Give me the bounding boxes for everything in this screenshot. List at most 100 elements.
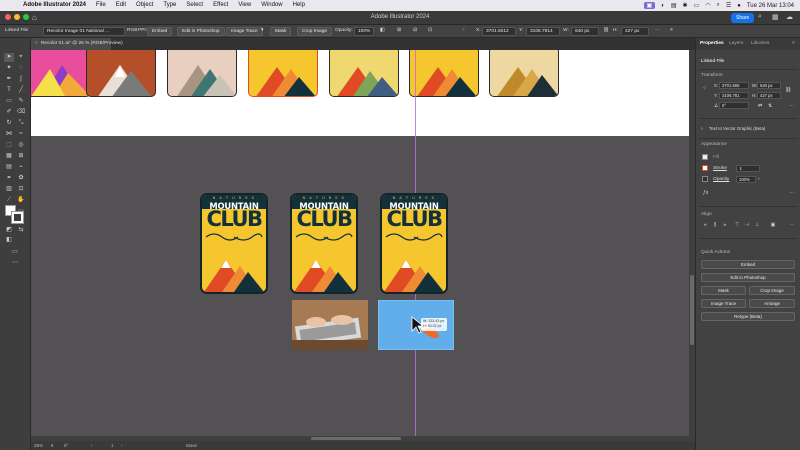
perspective-grid-icon[interactable]: ▦ <box>4 152 14 161</box>
retype-button[interactable]: Retype (Beta) <box>701 312 795 321</box>
battery-icon[interactable]: ▭ <box>694 2 700 9</box>
rectangle-tool-icon[interactable]: ▭ <box>4 97 14 106</box>
menu-file[interactable]: File <box>91 0 111 11</box>
recolor-variant-4[interactable] <box>248 50 318 97</box>
align-icon[interactable]: ⊞ <box>397 28 401 33</box>
rotate-tool-icon[interactable]: ↻ <box>4 119 14 128</box>
edit-in-photoshop-button[interactable]: Edit in Photoshop <box>177 27 225 36</box>
mountain-club-badge-1[interactable]: N A T U R E S MOUNTAIN CLUB <box>200 193 268 294</box>
reference-point-icon[interactable]: ⁘ <box>702 85 707 92</box>
menu-type[interactable]: Type <box>158 0 181 11</box>
line-tool-icon[interactable]: ╱ <box>16 86 26 95</box>
trace-dropdown-icon[interactable]: ▾ <box>261 28 263 33</box>
text-to-vector-link[interactable]: Text to Vector Graphic (Beta) <box>709 126 765 131</box>
mask-button[interactable]: Mask <box>270 27 292 36</box>
reference-point-icon[interactable]: ⁘ <box>461 28 465 33</box>
recolor-variant-3[interactable] <box>167 50 237 97</box>
control-center-icon[interactable]: ☰ <box>726 2 731 9</box>
canvas[interactable]: N A T U R E S MOUNTAIN CLUB N A T U R E … <box>31 50 689 441</box>
rotation-value[interactable]: 0° <box>64 443 68 448</box>
more-align-icon[interactable]: ⋯ <box>789 222 795 228</box>
recolor-variant-7[interactable] <box>489 50 559 97</box>
magic-wand-icon[interactable]: ✦ <box>4 64 14 73</box>
lasso-tool-icon[interactable]: ◌ <box>16 64 26 73</box>
menu-effect[interactable]: Effect <box>208 0 233 11</box>
menu-object[interactable]: Object <box>131 0 158 11</box>
placed-photo-laptop[interactable] <box>292 300 368 350</box>
opacity-dropdown-icon[interactable]: › <box>758 177 760 182</box>
zoom-level[interactable]: 25% <box>34 443 43 448</box>
selection-tool-icon[interactable]: ➤ <box>4 53 14 62</box>
crop-image-button[interactable]: Crop Image <box>749 286 795 295</box>
fill-swatch[interactable] <box>702 154 708 160</box>
eraser-tool-icon[interactable]: ⌫ <box>16 108 26 117</box>
link-proportions-icon[interactable]: ⛓ <box>603 28 609 33</box>
image-trace-button[interactable]: Image Trace <box>226 27 263 36</box>
arrange-button[interactable]: Arrange <box>749 299 795 308</box>
type-tool-icon[interactable]: T <box>4 86 14 95</box>
menu-help[interactable]: Help <box>288 0 310 11</box>
hand-tool-icon[interactable]: ✋ <box>16 196 26 205</box>
tab-libraries[interactable]: Libraries <box>751 41 769 46</box>
search-icon[interactable]: ⌕ <box>716 2 719 9</box>
flip-vertical-icon[interactable]: ⇅ <box>768 103 772 109</box>
clock[interactable]: Tue 26 Mar 13:04 <box>747 3 794 9</box>
embed-button[interactable]: Embed <box>147 27 173 36</box>
eyedropper-tool-icon[interactable]: ⌁ <box>16 163 26 172</box>
w-field[interactable]: 640 px <box>757 82 781 89</box>
w-field[interactable]: 640 px <box>571 27 599 36</box>
zoom-dropdown-icon[interactable]: ▾ <box>51 443 53 449</box>
cloud-icon[interactable]: ☁ <box>786 13 793 21</box>
x-field[interactable]: 3701.565 <box>719 82 749 89</box>
screen-mode-icon[interactable]: ▭ <box>10 248 20 257</box>
more-options-icon[interactable]: ⋯ <box>789 103 794 109</box>
width-tool-icon[interactable]: ⋈ <box>4 130 14 139</box>
align-center-icon[interactable]: ⫼ <box>712 222 718 228</box>
direct-selection-tool-icon[interactable]: ⌖ <box>16 53 26 62</box>
link-proportions-icon[interactable]: ⛓ <box>785 87 791 93</box>
search-icon[interactable]: ⌕ <box>758 13 762 21</box>
pen-tool-icon[interactable]: ✒ <box>4 75 14 84</box>
more-options-icon[interactable]: ⋯ <box>655 28 660 33</box>
graph-tool-icon[interactable]: ▥ <box>4 185 14 194</box>
workspace-icon[interactable]: ▦ <box>772 13 779 21</box>
edit-toolbar-icon[interactable]: ⋯ <box>10 259 20 268</box>
next-artboard-icon[interactable]: › <box>121 443 123 448</box>
y-field[interactable]: 3106.7814 p <box>526 27 560 36</box>
x-field[interactable]: 3701.5012 p <box>482 27 516 36</box>
stroke-weight-field[interactable]: ⇕ <box>736 165 760 172</box>
panel-menu-icon[interactable]: ≡ <box>670 28 673 33</box>
style-icon[interactable]: ◧ <box>380 28 385 33</box>
shape-builder-icon[interactable]: ◎ <box>16 141 26 150</box>
horizontal-scroll-thumb[interactable] <box>311 437 401 440</box>
scale-tool-icon[interactable]: ⤡ <box>16 119 26 128</box>
recolor-variant-2[interactable] <box>86 50 156 97</box>
siri-icon[interactable]: ● <box>737 3 741 9</box>
opacity-label[interactable]: Opacity <box>713 177 729 182</box>
curvature-tool-icon[interactable]: ∫ <box>16 75 26 84</box>
warp-tool-icon[interactable]: ≈ <box>16 130 26 139</box>
slice-tool-icon[interactable]: ⟋ <box>4 196 14 205</box>
align-top-icon[interactable]: ⊤ <box>734 222 740 228</box>
h-field[interactable]: 427 px <box>621 27 649 36</box>
opacity-field[interactable]: 100% <box>354 27 374 36</box>
stroke-swatch[interactable] <box>11 211 24 224</box>
menu-app-name[interactable]: Adobe Illustrator 2024 <box>18 0 91 11</box>
mountain-club-badge-3[interactable]: N A T U R E S MOUNTAIN CLUB <box>380 193 448 294</box>
mesh-tool-icon[interactable]: ⊞ <box>16 152 26 161</box>
recolor-variant-1[interactable] <box>31 50 91 97</box>
transform-icon[interactable]: ⊡ <box>428 28 432 33</box>
align-bottom-icon[interactable]: ⊥ <box>754 222 760 228</box>
artboard-number[interactable]: 1 <box>111 443 114 448</box>
recolor-variant-6[interactable] <box>409 50 479 97</box>
close-tab-icon[interactable]: × <box>35 41 38 46</box>
share-button[interactable]: Share <box>731 13 755 23</box>
wifi-icon[interactable]: ◠ <box>705 2 710 9</box>
prev-artboard-icon[interactable]: ‹ <box>91 443 93 448</box>
more-appearance-icon[interactable]: ⋯ <box>789 190 794 196</box>
stroke-label[interactable]: Stroke <box>713 166 727 171</box>
align-to-icon[interactable]: ▣ <box>770 222 776 228</box>
status-app-icon[interactable]: ▣ <box>643 2 656 9</box>
align-right-icon[interactable]: ⫸ <box>722 222 728 228</box>
free-transform-icon[interactable]: ⬚ <box>4 141 14 150</box>
